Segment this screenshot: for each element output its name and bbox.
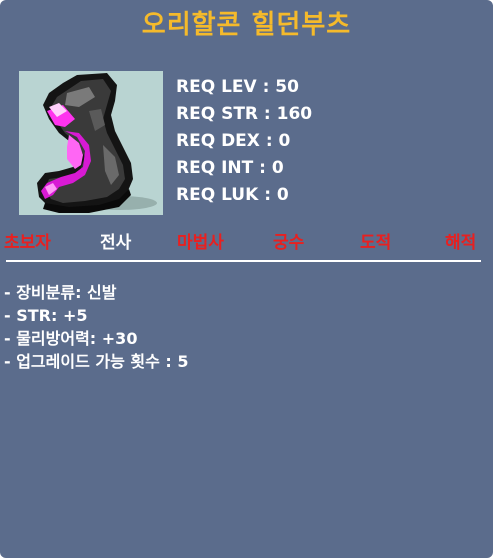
req-str: REQ STR : 160 (176, 104, 313, 124)
req-int: REQ INT : 0 (176, 158, 284, 178)
item-tooltip: 오리할콘 힐던부츠 REQ LEV : 50 REQ STR : 160 REQ… (0, 0, 493, 558)
job-list: 초보자 전사 마법사 궁수 도적 해적 (0, 228, 493, 253)
stat-category: - 장비분류: 신발 (4, 283, 117, 302)
stat-upgrade-slots: - 업그레이드 가능 횟수 : 5 (4, 352, 189, 371)
item-icon-frame (19, 71, 163, 215)
job-pirate: 해적 (445, 233, 477, 253)
job-bowman: 궁수 (273, 233, 305, 253)
job-warrior: 전사 (100, 233, 132, 253)
stats-list: - 장비분류: 신발 - STR: +5 - 물리방어력: +30 - 업그레이… (4, 281, 189, 373)
job-thief: 도적 (360, 233, 392, 253)
job-beginner: 초보자 (4, 233, 51, 253)
req-level: REQ LEV : 50 (176, 77, 299, 97)
requirements-list: REQ LEV : 50 REQ STR : 160 REQ DEX : 0 R… (176, 74, 312, 209)
stat-str: - STR: +5 (4, 306, 88, 325)
boots-icon (37, 73, 157, 213)
job-magician: 마법사 (177, 233, 224, 253)
stat-defense: - 물리방어력: +30 (4, 329, 138, 348)
req-luk: REQ LUK : 0 (176, 185, 289, 205)
divider (6, 260, 481, 262)
req-dex: REQ DEX : 0 (176, 131, 291, 151)
item-name: 오리할콘 힐던부츠 (141, 10, 352, 40)
